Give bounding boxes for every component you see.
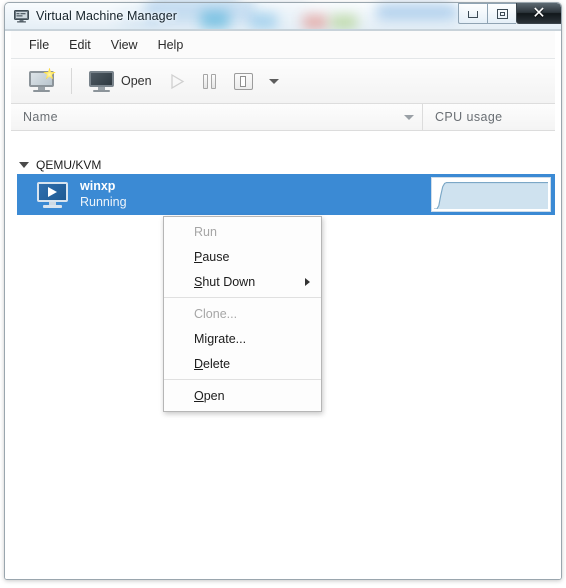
new-virtual-machine-icon (29, 67, 56, 92)
menu-file[interactable]: File (19, 35, 59, 55)
context-menu-item-migrate-label: Migrate... (194, 331, 247, 346)
run-button[interactable] (160, 62, 193, 100)
context-menu-item-run-label: Run (194, 224, 217, 239)
toolbar-dropdown-button[interactable] (261, 62, 287, 100)
window-client-area: File Edit View Help Open Name CPU usage … (5, 30, 561, 579)
toolbar: Open (11, 59, 555, 104)
submenu-arrow-icon (305, 277, 310, 286)
context-menu-item-shut-down[interactable]: Shut Down (164, 269, 321, 294)
close-icon: ✕ (532, 3, 546, 22)
context-menu-item-run[interactable]: Run (164, 219, 321, 244)
cpu-usage-sparkline (431, 177, 551, 212)
vmm-app-icon (14, 9, 29, 23)
open-button-label: Open (121, 74, 152, 88)
vm-icon-wrap (37, 181, 68, 208)
context-menu-item-migrate[interactable]: Migrate... (164, 326, 321, 351)
new-vm-button[interactable] (21, 62, 62, 100)
vmm-window: Virtual Machine Manager ✕ File Edit View… (4, 2, 562, 580)
shutdown-icon (233, 72, 253, 90)
list-group-qemu-kvm[interactable]: QEMU/KVM (11, 155, 555, 174)
context-menu-item-delete[interactable]: Delete (164, 351, 321, 376)
context-menu-separator-2 (164, 379, 321, 380)
monitor-icon (89, 70, 114, 92)
close-button[interactable]: ✕ (516, 3, 561, 24)
vm-name: winxp (80, 179, 116, 194)
expander-triangle-icon[interactable] (19, 161, 29, 168)
context-menu-item-delete-label: Delete (194, 356, 231, 371)
pause-button[interactable] (193, 62, 226, 100)
maximize-button[interactable] (487, 3, 516, 24)
running-vm-icon (37, 181, 68, 208)
context-menu-item-open-label: Open (194, 388, 225, 403)
list-group-label: QEMU/KVM (36, 157, 102, 172)
open-button[interactable]: Open (81, 62, 160, 100)
maximize-icon (496, 8, 508, 19)
client-inner: File Edit View Help Open Name CPU usage … (11, 31, 555, 572)
column-header-name-label: Name (23, 110, 58, 124)
table-row[interactable]: winxp Running (17, 174, 555, 215)
column-header-row: Name CPU usage (11, 104, 555, 131)
minimize-icon (468, 11, 478, 18)
context-menu-item-pause-label: Pause (194, 249, 230, 264)
menu-edit[interactable]: Edit (59, 35, 101, 55)
context-menu-item-pause[interactable]: Pause (164, 244, 321, 269)
context-menu-item-shut-down-label: Shut Down (194, 274, 256, 289)
vm-text-block: winxp Running (80, 179, 127, 210)
pause-icon (201, 73, 218, 90)
menu-help[interactable]: Help (148, 35, 194, 55)
vm-state: Running (80, 194, 127, 209)
context-menu-item-clone[interactable]: Clone... (164, 301, 321, 326)
column-header-name[interactable]: Name (11, 104, 422, 130)
shutdown-button[interactable] (226, 62, 261, 100)
minimize-button[interactable] (458, 3, 487, 24)
column-header-cpu-usage[interactable]: CPU usage (422, 104, 555, 130)
chevron-down-icon (268, 78, 279, 84)
context-menu-separator-1 (164, 297, 321, 298)
column-header-cpu-label: CPU usage (435, 110, 503, 124)
context-menu-item-clone-label: Clone... (194, 306, 238, 321)
play-icon (168, 73, 185, 90)
vm-context-menu: Run Pause Shut Down Clone... Migrate... (163, 216, 322, 412)
window-title: Virtual Machine Manager (36, 9, 178, 23)
toolbar-separator-1 (71, 68, 72, 94)
window-titlebar[interactable]: Virtual Machine Manager ✕ (5, 3, 561, 30)
menu-view[interactable]: View (101, 35, 148, 55)
menubar: File Edit View Help (11, 31, 555, 59)
sort-descending-arrow-icon (404, 114, 414, 120)
context-menu-item-open[interactable]: Open (164, 383, 321, 408)
window-caption-buttons: ✕ (458, 3, 561, 25)
